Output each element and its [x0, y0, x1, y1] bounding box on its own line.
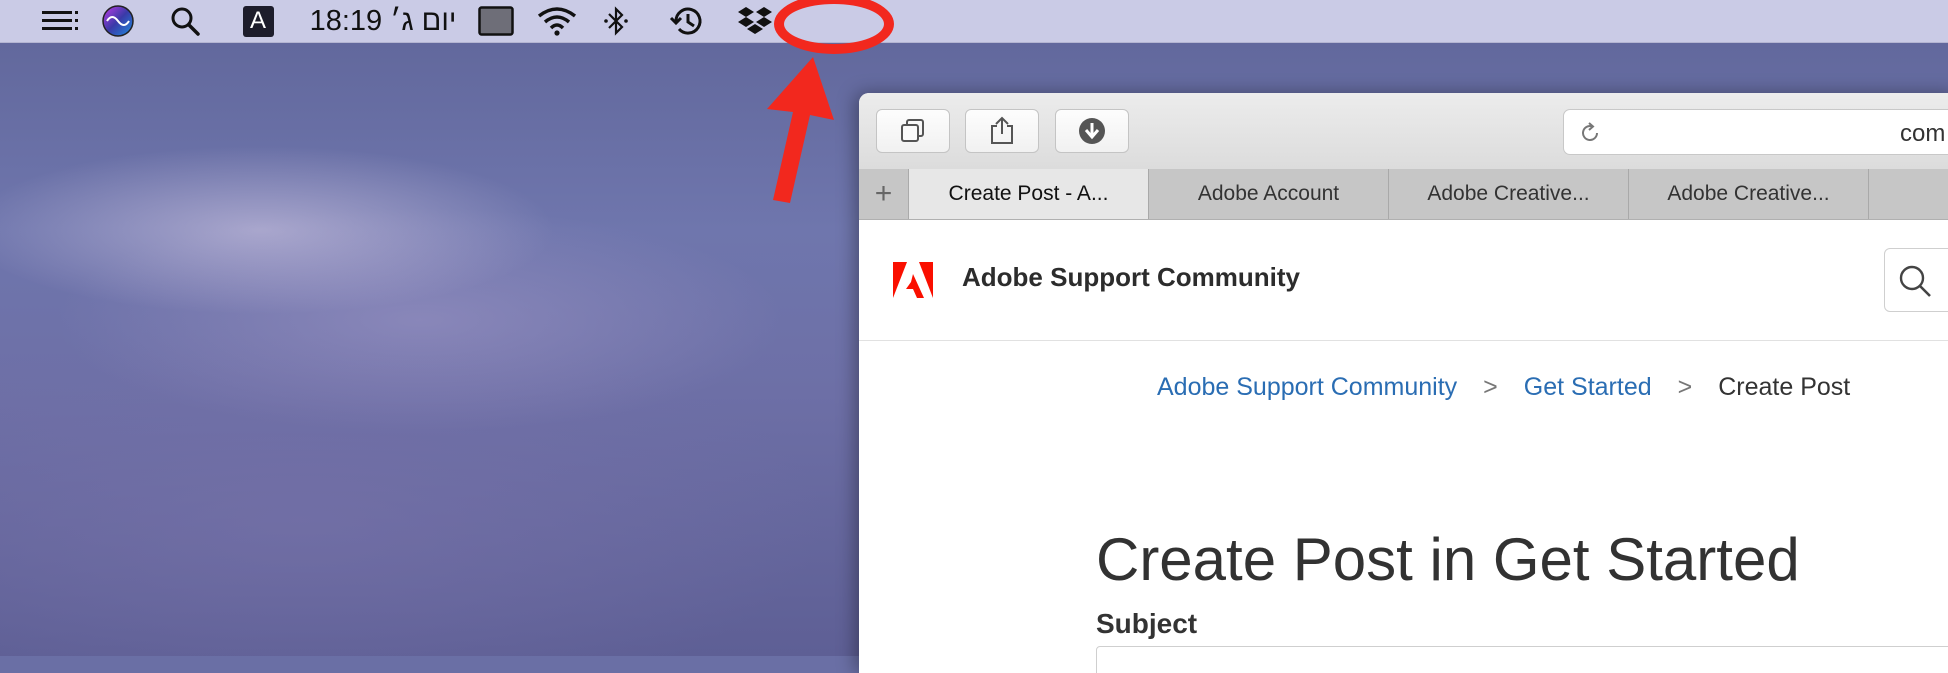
- web-page: Adobe Support Community Adobe Support Co…: [859, 220, 1948, 673]
- tab-adobe-creative-2[interactable]: Adobe Creative...: [1629, 169, 1869, 219]
- breadcrumb-link-community[interactable]: Adobe Support Community: [1157, 373, 1457, 402]
- tab-adobe-creative-1[interactable]: Adobe Creative...: [1389, 169, 1629, 219]
- plus-icon: +: [874, 177, 893, 210]
- page-title: Create Post in Get Started: [1096, 526, 1800, 594]
- breadcrumb-link-get-started[interactable]: Get Started: [1524, 373, 1652, 402]
- time-machine-icon[interactable]: [666, 0, 708, 42]
- search-icon: [1899, 265, 1931, 297]
- browser-toolbar: com: [859, 93, 1948, 170]
- share-button[interactable]: [965, 109, 1039, 153]
- tab-bar: + Create Post - A... Adobe Account Adobe…: [859, 169, 1948, 220]
- tab-adobe-account[interactable]: Adobe Account: [1149, 169, 1389, 219]
- dropbox-icon[interactable]: [736, 0, 774, 42]
- adobe-logo-icon[interactable]: [893, 262, 933, 298]
- display-icon[interactable]: [477, 0, 515, 42]
- spotlight-search-icon[interactable]: [168, 0, 202, 42]
- siri-icon[interactable]: [100, 0, 136, 42]
- tab-create-post[interactable]: Create Post - A...: [909, 169, 1149, 219]
- input-source-indicator[interactable]: A: [241, 0, 275, 42]
- site-search-button[interactable]: [1884, 248, 1948, 312]
- share-icon: [991, 116, 1013, 144]
- wifi-icon[interactable]: [536, 0, 578, 42]
- downloads-button[interactable]: [1055, 109, 1129, 153]
- bluetooth-icon[interactable]: [600, 0, 632, 42]
- subject-label: Subject: [1096, 608, 1198, 639]
- breadcrumb: Adobe Support Community > Get Started > …: [1157, 373, 1850, 402]
- site-header: Adobe Support Community: [859, 220, 1948, 341]
- downloads-icon: [1079, 118, 1105, 144]
- breadcrumb-separator: >: [1677, 373, 1693, 401]
- menu-list-icon[interactable]: [38, 0, 84, 42]
- new-tab-button[interactable]: +: [859, 169, 909, 219]
- address-text: com: [1900, 120, 1946, 147]
- menu-bar: A 18:19 יום ג׳: [0, 0, 1948, 43]
- reload-icon[interactable]: [1578, 121, 1602, 145]
- breadcrumb-separator: >: [1483, 373, 1498, 401]
- site-title[interactable]: Adobe Support Community: [962, 262, 1300, 293]
- tabs-overview-button[interactable]: [876, 109, 950, 153]
- browser-window: com + Create Post - A... Adobe Account A…: [859, 93, 1948, 673]
- clock[interactable]: 18:19 יום ג׳: [303, 0, 463, 42]
- address-bar[interactable]: com: [1563, 109, 1948, 155]
- tab-partial[interactable]: [1869, 169, 1948, 219]
- subject-input[interactable]: [1096, 646, 1948, 673]
- breadcrumb-current: Create Post: [1718, 373, 1851, 401]
- tabs-overview-icon: [901, 119, 924, 142]
